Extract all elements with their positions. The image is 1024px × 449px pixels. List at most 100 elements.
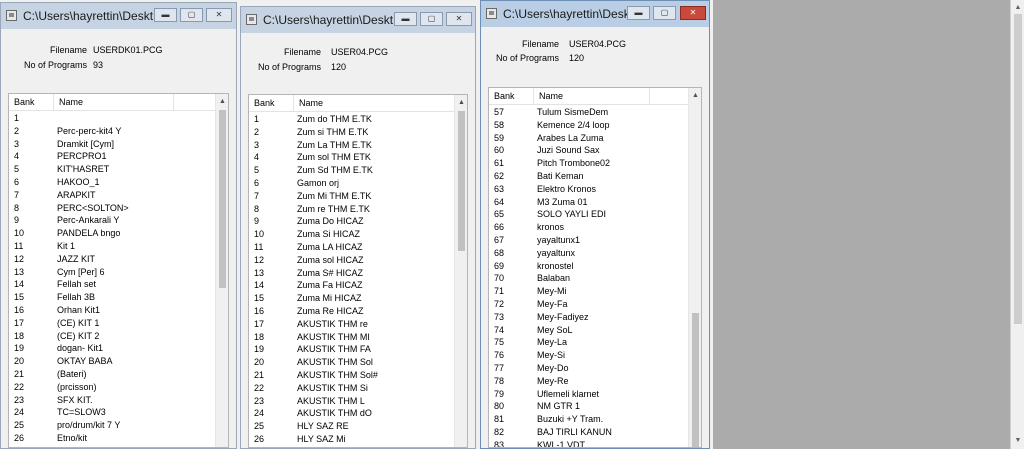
title-bar[interactable]: C:\Users\hayrettin\Deskt... ▬ ▢ ✕ [241,7,475,33]
list-item[interactable]: 21 (Bateri) [9,369,214,382]
list-item[interactable]: 3 Zum La THM E.TK [249,140,453,153]
list-item[interactable]: 82 BAJ TIRLI KANUN [489,427,687,440]
list-item[interactable]: 81 Buzuki +Y Tram. [489,414,687,427]
list-item[interactable]: 16 Orhan Kit1 [9,305,214,318]
maximize-button[interactable]: ▢ [420,12,443,26]
list-item[interactable]: 78 Mey-Re [489,376,687,389]
list-item[interactable]: 24 TC=SLOW3 [9,407,214,420]
list-item[interactable]: 25 pro/drum/kit 7 Y [9,420,214,433]
title-bar[interactable]: C:\Users\hayrettin\Deskt... ▬ ▢ ✕ [481,1,709,27]
pcg-window-2[interactable]: C:\Users\hayrettin\Deskt... ▬ ▢ ✕ Filena… [240,6,476,449]
list-item[interactable]: 73 Mey-Fadiyez [489,312,687,325]
close-button[interactable]: ✕ [446,12,472,26]
list-item[interactable]: 80 NM GTR 1 [489,401,687,414]
list-item[interactable]: 70 Balaban [489,273,687,286]
scroll-up-icon[interactable]: ▲ [1011,2,1024,14]
column-header-name[interactable]: Name [59,97,83,107]
list-item[interactable]: 75 Mey-La [489,337,687,350]
list-item[interactable]: 67 yayaltunx1 [489,235,687,248]
scrollbar-thumb[interactable] [692,313,699,447]
list-item[interactable]: 14 Fellah set [9,279,214,292]
list-item[interactable]: 18 (CE) KIT 2 [9,331,214,344]
list-item[interactable]: 22 AKUSTIK THM Si [249,383,453,396]
column-header-bank[interactable]: Bank [494,91,515,101]
list-item[interactable]: 7 Zum Mi THM E.TK [249,191,453,204]
list-item[interactable]: 1 Zum do THM E.TK [249,114,453,127]
list-item[interactable]: 2 Zum si THM E.TK [249,127,453,140]
list-item[interactable]: 3 Dramkit [Cym] [9,139,214,152]
list-item[interactable]: 59 Arabes La Zuma [489,133,687,146]
list-item[interactable]: 14 Zuma Fa HICAZ [249,280,453,293]
scrollbar-thumb[interactable] [1014,14,1022,324]
list-item[interactable]: 65 SOLO YAYLI EDI [489,209,687,222]
list-item[interactable]: 4 PERCPRO1 [9,151,214,164]
list-item[interactable]: 23 AKUSTIK THM L [249,396,453,409]
list-item[interactable]: 5 KIT'HASRET [9,164,214,177]
list-item[interactable]: 22 (prcisson) [9,382,214,395]
list-item[interactable]: 4 Zum sol THM ETK [249,152,453,165]
column-header-name[interactable]: Name [299,98,323,108]
list-scrollbar[interactable]: ▲ [454,95,467,447]
scrollbar-thumb[interactable] [458,111,465,251]
minimize-button[interactable]: ▬ [627,6,650,20]
list-item[interactable]: 15 Fellah 3B [9,292,214,305]
list-item[interactable]: 26 Etno/kit [9,433,214,446]
maximize-button[interactable]: ▢ [653,6,676,20]
list-item[interactable]: 17 AKUSTIK THM re [249,319,453,332]
list-item[interactable]: 27 hly Saz Fa [249,447,453,448]
list-item[interactable]: 69 kronostel [489,261,687,274]
list-item[interactable]: 8 PERC<SOLTON> [9,203,214,216]
list-item[interactable]: 71 Mey-Mi [489,286,687,299]
column-header-name[interactable]: Name [539,91,563,101]
list-item[interactable]: 27 Akstk DTR1 [9,446,214,447]
list-item[interactable]: 25 HLY SAZ RE [249,421,453,434]
scrollbar-thumb[interactable] [219,110,226,288]
list-item[interactable]: 9 Zuma Do HICAZ [249,216,453,229]
list-item[interactable]: 7 ARAPKIT [9,190,214,203]
list-item[interactable]: 61 Pitch Trombone02 [489,158,687,171]
list-item[interactable]: 9 Perc-Ankarali Y [9,215,214,228]
list-item[interactable]: 2 Perc-perc-kit4 Y [9,126,214,139]
list-item[interactable]: 77 Mey-Do [489,363,687,376]
program-list[interactable]: Bank Name 1 2 Perc-perc-kit4 Y 3 Dramkit [Cy… [8,93,229,448]
scroll-up-icon[interactable]: ▲ [455,97,467,109]
list-item[interactable]: 72 Mey-Fa [489,299,687,312]
scroll-up-icon[interactable]: ▲ [689,90,701,102]
list-item[interactable]: 63 Elektro Kronos [489,184,687,197]
list-item[interactable]: 21 AKUSTIK THM Sol# [249,370,453,383]
list-item[interactable]: 58 Kemence 2/4 loop [489,120,687,133]
list-item[interactable]: 1 [9,113,214,126]
list-item[interactable]: 10 Zuma Si HICAZ [249,229,453,242]
column-header-bank[interactable]: Bank [254,98,275,108]
list-scrollbar[interactable]: ▲ [688,88,701,447]
scroll-up-icon[interactable]: ▲ [216,96,228,108]
close-button[interactable]: ✕ [680,6,706,20]
list-item[interactable]: 5 Zum Sd THM E.TK [249,165,453,178]
list-item[interactable]: 23 SFX KIT. [9,395,214,408]
list-item[interactable]: 16 Zuma Re HICAZ [249,306,453,319]
title-bar[interactable]: C:\Users\hayrettin\Deskt... ▬ ▢ ✕ [1,3,236,29]
list-item[interactable]: 13 Cym [Per] 6 [9,267,214,280]
list-item[interactable]: 18 AKUSTIK THM MI [249,332,453,345]
program-list[interactable]: Bank Name 57 Tulum SismeDem 58 Kemence 2/4 … [488,87,702,448]
minimize-button[interactable]: ▬ [394,12,417,26]
list-item[interactable]: 26 HLY SAZ Mi [249,434,453,447]
list-item[interactable]: 79 Uflemeli klarnet [489,389,687,402]
list-item[interactable]: 12 Zuma sol HICAZ [249,255,453,268]
close-button[interactable]: ✕ [206,8,232,22]
maximize-button[interactable]: ▢ [180,8,203,22]
program-list[interactable]: Bank Name 1 Zum do THM E.TK 2 Zum si THM E.… [248,94,468,448]
list-item[interactable]: 24 AKUSTIK THM dO [249,408,453,421]
list-item[interactable]: 20 AKUSTIK THM Sol [249,357,453,370]
list-item[interactable]: 68 yayaltunx [489,248,687,261]
list-item[interactable]: 19 dogan- Kit1 [9,343,214,356]
list-item[interactable]: 12 JAZZ KIT [9,254,214,267]
list-item[interactable]: 19 AKUSTIK THM FA [249,344,453,357]
list-scrollbar[interactable]: ▲ [215,94,228,447]
list-item[interactable]: 76 Mey-Si [489,350,687,363]
column-header-bank[interactable]: Bank [14,97,35,107]
desktop-scrollbar[interactable]: ▲ ▼ [1010,0,1024,449]
list-item[interactable]: 17 (CE) KIT 1 [9,318,214,331]
list-item[interactable]: 8 Zum re THM E.TK [249,204,453,217]
minimize-button[interactable]: ▬ [154,8,177,22]
